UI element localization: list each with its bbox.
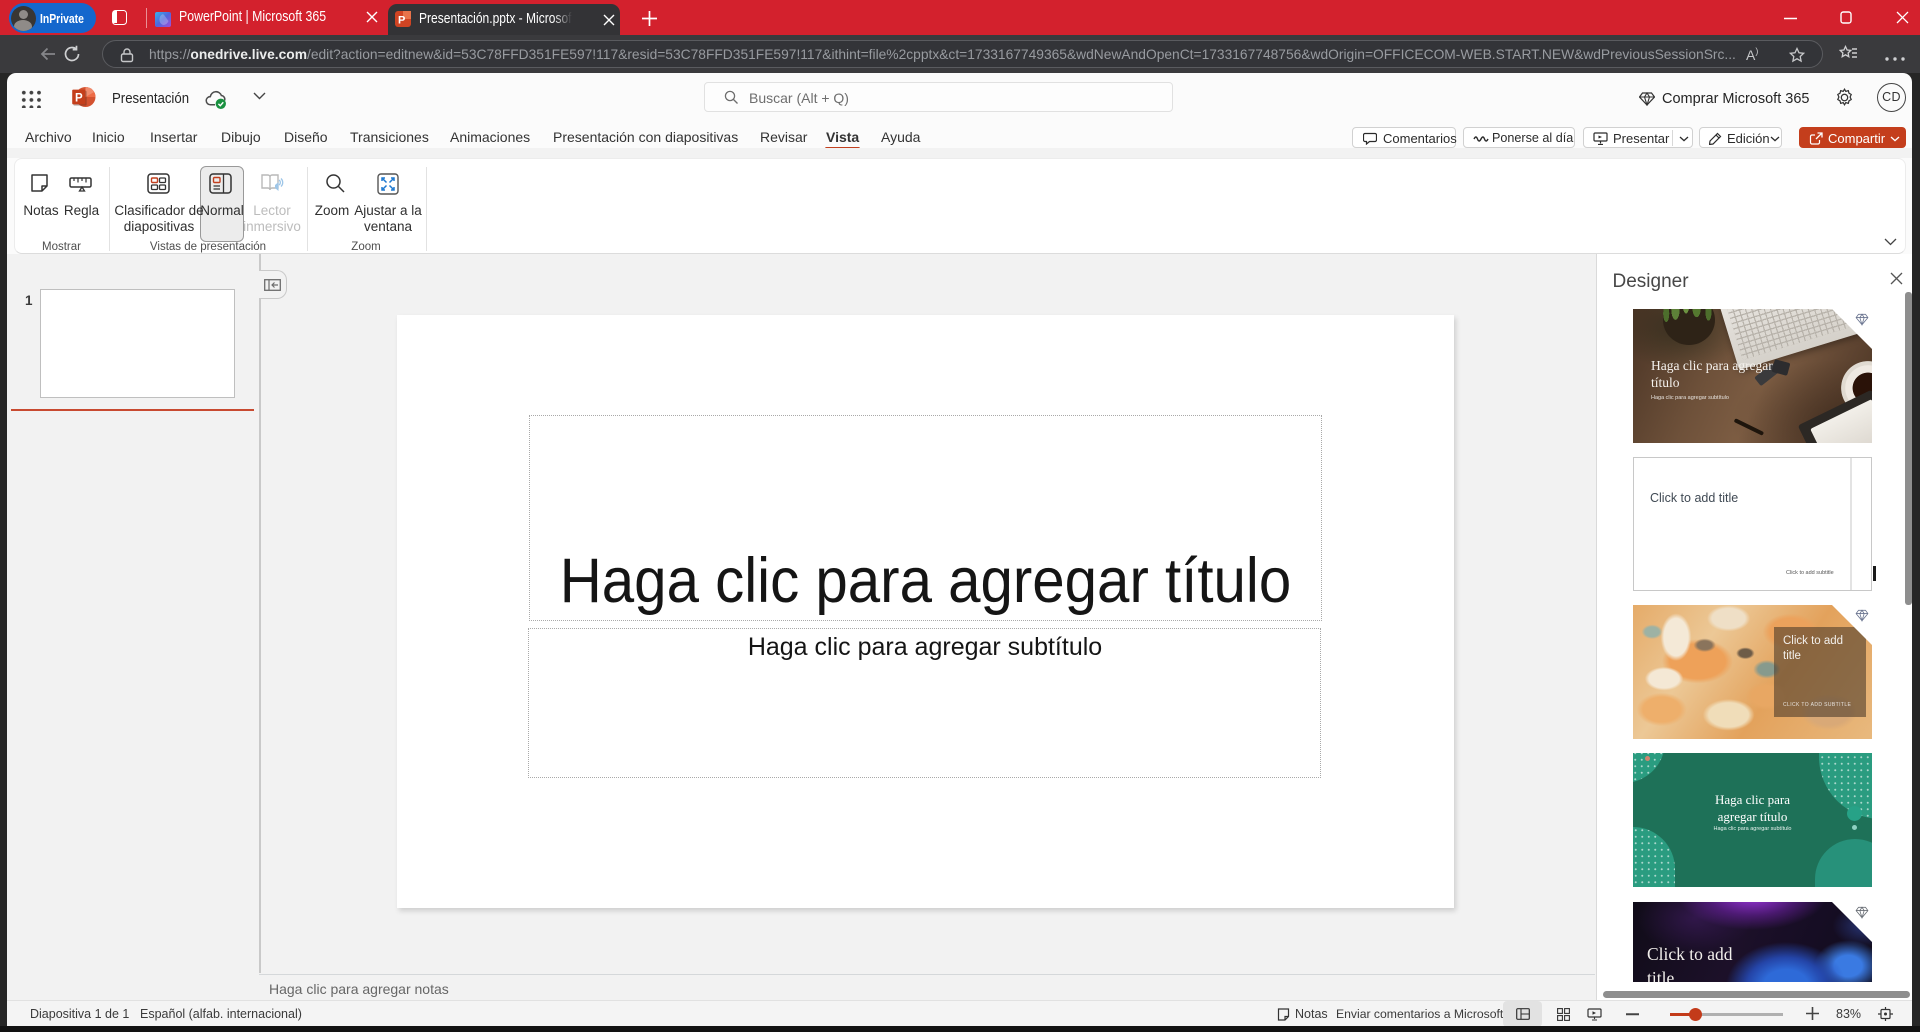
- svg-text:P: P: [75, 93, 83, 105]
- svg-text:P: P: [398, 15, 405, 27]
